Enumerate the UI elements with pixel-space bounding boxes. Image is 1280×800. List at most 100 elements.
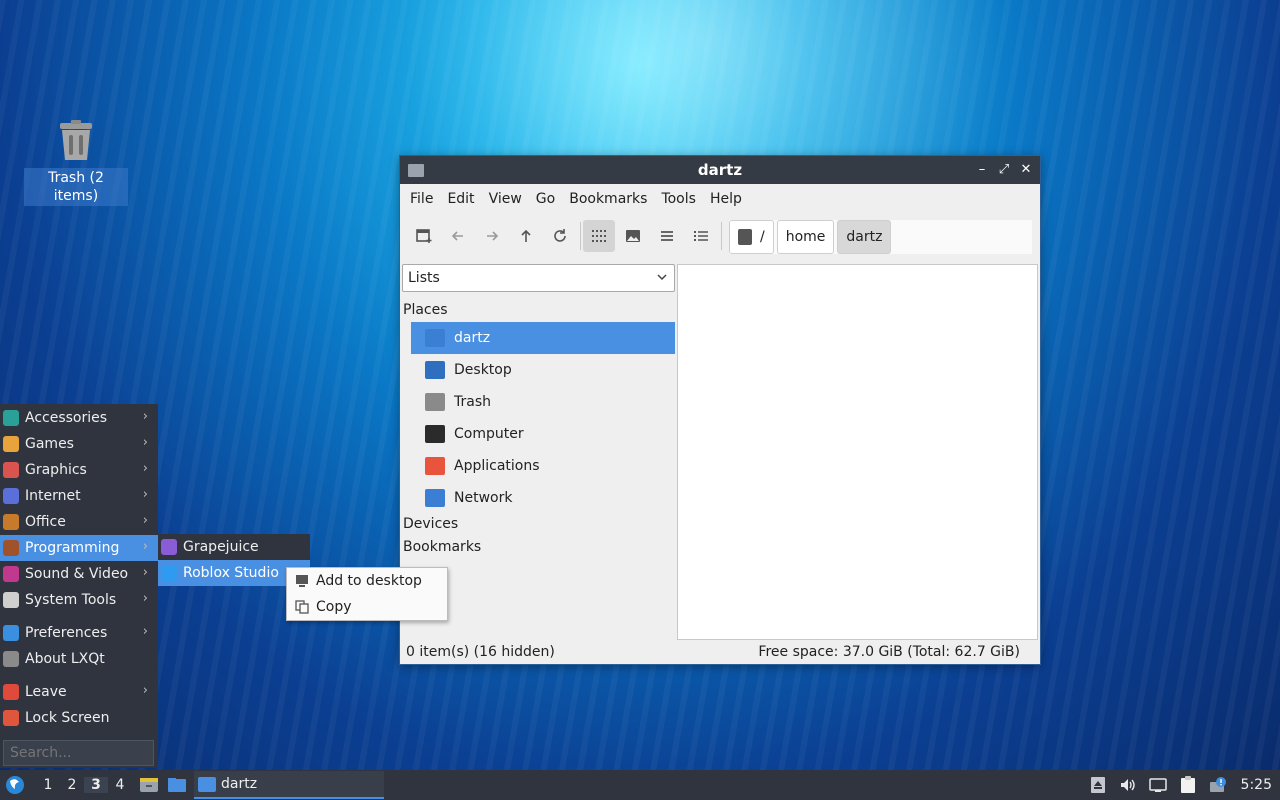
menu-item-label: Accessories — [25, 410, 108, 426]
menu-item-office[interactable]: Office › — [0, 509, 158, 535]
reload-icon — [554, 229, 566, 242]
section-devices[interactable]: Devices — [402, 516, 675, 534]
minimize-button[interactable]: – — [976, 163, 988, 177]
network-icon — [425, 489, 445, 507]
icon-view-button[interactable] — [583, 220, 615, 252]
menu-tools[interactable]: Tools — [654, 191, 703, 207]
forward-arrow-icon — [487, 231, 499, 241]
volume-button[interactable] — [1117, 775, 1139, 795]
menu-item-preferences[interactable]: Preferences › — [0, 620, 158, 646]
maximize-button[interactable]: ⤢ — [998, 163, 1010, 177]
menu-item-about-lxqt[interactable]: About LXQt — [0, 646, 158, 672]
menu-item-lock-screen[interactable]: Lock Screen — [0, 705, 158, 731]
preferences-icon — [3, 625, 19, 641]
eject-tray-button[interactable] — [1087, 775, 1109, 795]
toolbar-separator — [580, 222, 581, 250]
menu-item-leave[interactable]: Leave › — [0, 679, 158, 705]
desktop-switch-2[interactable]: 2 — [60, 777, 84, 793]
side-pane-mode-select[interactable]: Lists — [402, 264, 675, 292]
toolbar-separator — [721, 222, 722, 250]
path-root[interactable]: / — [729, 220, 774, 254]
menu-item-label: Preferences — [25, 625, 108, 641]
menu-search-input[interactable] — [3, 740, 154, 766]
status-item-count: 0 item(s) (16 hidden) — [406, 644, 555, 660]
copy-icon — [295, 600, 309, 614]
volume-icon — [1120, 779, 1135, 791]
chevron-right-icon: › — [142, 565, 148, 580]
compact-view-button[interactable] — [651, 220, 683, 252]
up-button[interactable] — [510, 220, 542, 252]
section-places[interactable]: Places — [402, 302, 675, 320]
path-bar: / home dartz — [729, 220, 1032, 254]
drive-icon — [738, 229, 752, 245]
place-desktop[interactable]: Desktop — [411, 354, 675, 386]
place-label: Network — [454, 490, 513, 506]
task-button-dartz[interactable]: dartz — [194, 771, 384, 799]
context-add-to-desktop-label: Add to desktop — [316, 573, 422, 589]
menu-file[interactable]: File — [403, 191, 440, 207]
context-add-to-desktop[interactable]: Add to desktop — [287, 568, 447, 594]
place-network[interactable]: Network — [411, 482, 675, 514]
menu-item-system-tools[interactable]: System Tools › — [0, 587, 158, 613]
menu-item-accessories[interactable]: Accessories › — [0, 405, 158, 431]
desktop-switch-3[interactable]: 3 — [84, 777, 108, 793]
forward-button[interactable] — [476, 220, 508, 252]
places-list: dartz Desktop Trash Computer Applications Net… — [402, 322, 675, 514]
chevron-down-icon — [656, 271, 668, 286]
detailed-view-button[interactable] — [685, 220, 717, 252]
menu-item-internet[interactable]: Internet › — [0, 483, 158, 509]
clock[interactable]: 5:25 — [1241, 777, 1272, 793]
menu-item-programming[interactable]: Programming › — [0, 535, 158, 561]
place-trash[interactable]: Trash — [411, 386, 675, 418]
menu-help[interactable]: Help — [703, 191, 749, 207]
menu-go[interactable]: Go — [529, 191, 562, 207]
window-titlebar[interactable]: dartz – ⤢ ✕ — [400, 156, 1040, 184]
menu-edit[interactable]: Edit — [440, 191, 481, 207]
place-applications[interactable]: Applications — [411, 450, 675, 482]
desktop-switch-1[interactable]: 1 — [36, 777, 60, 793]
path-segment-dartz[interactable]: dartz — [837, 220, 892, 254]
back-button[interactable] — [442, 220, 474, 252]
start-menu-button[interactable] — [0, 770, 30, 800]
chevron-right-icon: › — [142, 683, 148, 698]
clipboard-icon — [1180, 776, 1195, 793]
desktop-trash[interactable]: Trash (2 items) — [24, 120, 128, 206]
menu-item-label: Leave — [25, 684, 67, 700]
office-icon — [3, 514, 19, 530]
file-manager-window: dartz – ⤢ ✕ File Edit View Go Bookmarks … — [399, 155, 1041, 665]
file-manager-launcher[interactable] — [166, 775, 188, 795]
application-menu: Accessories › Games › Graphics › Internet › Offi… — [0, 404, 158, 768]
menu-bookmarks[interactable]: Bookmarks — [562, 191, 654, 207]
menu-item-graphics[interactable]: Graphics › — [0, 457, 158, 483]
path-segment-home[interactable]: home — [776, 220, 835, 254]
section-bookmarks[interactable]: Bookmarks — [402, 539, 675, 557]
place-dartz[interactable]: dartz — [411, 322, 675, 354]
menu-view[interactable]: View — [482, 191, 529, 207]
menu-item-label: Office — [25, 514, 66, 530]
place-computer[interactable]: Computer — [411, 418, 675, 450]
new-tab-button[interactable] — [408, 220, 440, 252]
thumbnail-view-button[interactable] — [617, 220, 649, 252]
context-copy[interactable]: Copy — [287, 594, 447, 620]
reload-button[interactable] — [544, 220, 576, 252]
internet-icon — [3, 488, 19, 504]
show-desktop-icon — [140, 778, 158, 792]
place-label: dartz — [454, 330, 491, 346]
applications-icon — [425, 457, 445, 475]
desktop-switch-4[interactable]: 4 — [108, 777, 132, 793]
clipboard-button[interactable] — [1177, 775, 1199, 795]
context-menu: Add to desktop Copy — [286, 567, 448, 621]
menu-item-label: Programming — [25, 540, 120, 556]
menu-item-games[interactable]: Games › — [0, 431, 158, 457]
close-button[interactable]: ✕ — [1020, 163, 1032, 177]
submenu-item-grapejuice[interactable]: Grapejuice — [158, 534, 310, 560]
menu-item-label: Games — [25, 436, 74, 452]
menu-item-sound-video[interactable]: Sound & Video › — [0, 561, 158, 587]
file-view[interactable] — [677, 264, 1038, 640]
show-desktop-button[interactable] — [138, 775, 160, 795]
chevron-right-icon: › — [142, 461, 148, 476]
menu-item-label: About LXQt — [25, 651, 105, 667]
network-tray-button[interactable] — [1147, 775, 1169, 795]
status-bar: 0 item(s) (16 hidden) Free space: 37.0 G… — [400, 640, 1040, 664]
notification-button[interactable] — [1207, 775, 1229, 795]
